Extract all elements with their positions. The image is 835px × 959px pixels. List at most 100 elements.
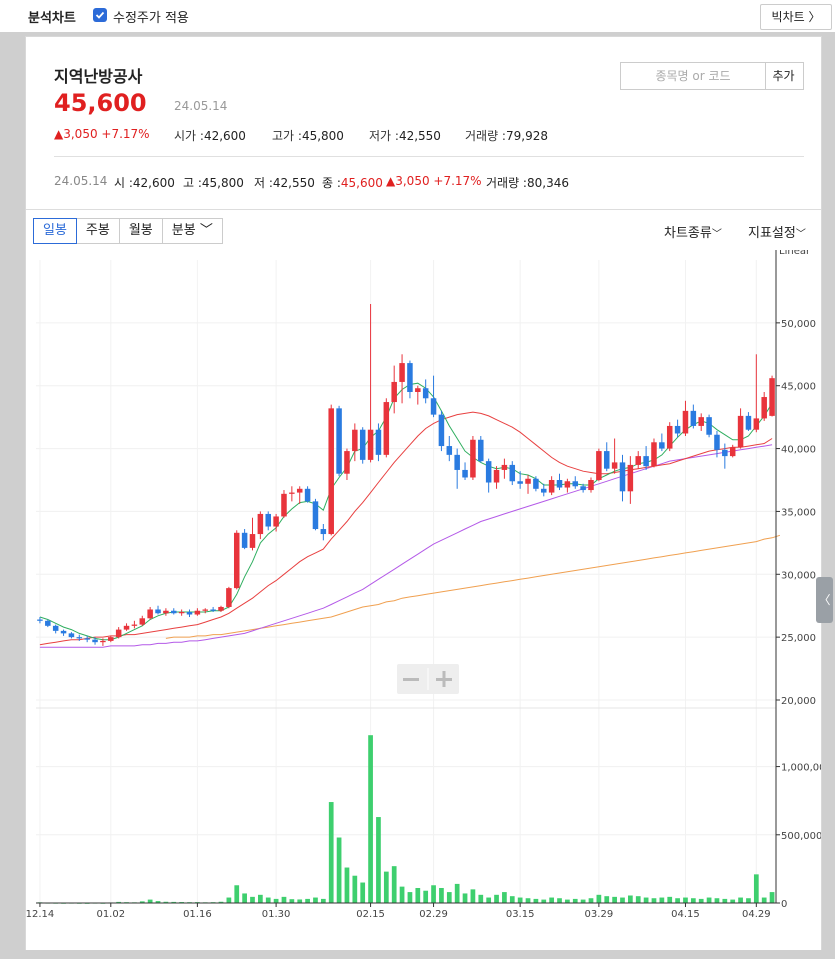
candle xyxy=(729,444,736,458)
candle-body xyxy=(281,493,287,517)
candle-body xyxy=(123,625,130,630)
volume-bar xyxy=(698,898,704,903)
candle-body xyxy=(533,478,539,489)
candle xyxy=(415,385,421,405)
volume-bar xyxy=(431,885,436,903)
volume-bar xyxy=(502,892,507,903)
candle-body xyxy=(202,609,209,611)
volume-bar xyxy=(368,735,373,903)
tab-minute[interactable]: 분봉 ﹀ xyxy=(161,218,223,244)
date-tick-label: 02.29 xyxy=(419,909,448,920)
candle xyxy=(202,608,209,614)
volume-bar xyxy=(423,890,429,903)
candle xyxy=(611,438,618,474)
candle xyxy=(359,427,366,464)
candle-body xyxy=(139,618,146,625)
candle-body xyxy=(438,414,445,447)
candle-body xyxy=(588,480,594,491)
price-volume-chart[interactable]: Linear 50,000 45,000 40,000 35,000 30,000 25,0… xyxy=(26,250,821,950)
ohlc-change: ▲3,050 +7.17% xyxy=(386,174,482,188)
volume-bar xyxy=(242,893,247,903)
candle-body xyxy=(415,388,421,392)
candle-body xyxy=(493,469,500,483)
chart-type-menu[interactable]: 차트종류﹀ xyxy=(664,222,722,241)
volume-bar xyxy=(446,892,452,903)
volume-bar xyxy=(289,899,295,903)
candle-body xyxy=(462,469,468,478)
price-tick-label: 45,000 xyxy=(781,382,816,393)
volume-bar xyxy=(525,898,531,903)
candle xyxy=(493,466,500,489)
candle xyxy=(430,375,437,418)
candle-body xyxy=(375,429,382,455)
candle xyxy=(194,608,201,616)
candle-body xyxy=(178,612,185,614)
adjusted-price-label[interactable]: 수정주가 적용 xyxy=(113,7,189,26)
tab-daily[interactable]: 일봉 xyxy=(33,218,77,244)
volume-bar xyxy=(580,899,586,903)
volume-tick-label: 500,000 xyxy=(781,831,821,842)
volume-tick-label: 0 xyxy=(781,899,787,910)
candle xyxy=(336,405,342,477)
candle-body xyxy=(525,478,531,484)
candle xyxy=(619,454,626,502)
candle-body xyxy=(446,446,453,455)
candle xyxy=(171,608,177,615)
candle-body xyxy=(60,630,67,634)
volume-bar xyxy=(596,894,602,903)
candle-body xyxy=(422,388,429,399)
candle-body xyxy=(556,480,563,488)
date-tick-label: 03.15 xyxy=(506,909,535,920)
volume-bar xyxy=(722,898,728,903)
candle-body xyxy=(92,639,98,643)
candle-body xyxy=(249,534,256,548)
candle-body xyxy=(399,363,405,382)
volume-bar xyxy=(738,897,743,903)
candle-body xyxy=(210,609,216,611)
candle xyxy=(564,478,571,493)
candle-body xyxy=(485,461,492,483)
volume-bar xyxy=(557,898,562,903)
date-tick-label: 12.14 xyxy=(26,909,54,920)
candle-body xyxy=(745,415,752,430)
high-stat: 고가 :45,800 xyxy=(272,129,344,143)
volume-bar xyxy=(651,898,657,903)
candle-body xyxy=(761,397,767,419)
candle-body xyxy=(541,488,547,493)
side-panel-toggle[interactable]: 〈 xyxy=(816,577,833,623)
candle xyxy=(155,605,161,615)
candle-body xyxy=(273,516,279,527)
indicator-settings-menu[interactable]: 지표설정﹀ xyxy=(748,222,806,241)
volume-bar xyxy=(399,886,405,903)
candle xyxy=(690,404,697,429)
candle-body xyxy=(430,398,437,415)
volume-bar xyxy=(454,883,460,903)
chevron-down-icon: ﹀ xyxy=(199,223,213,238)
volume-bar xyxy=(320,898,326,903)
candle-body xyxy=(336,408,342,474)
ohlc-low: 저 :42,550 xyxy=(254,176,315,190)
zoom-out-button[interactable] xyxy=(403,678,419,681)
volume-stat: 거래량 :79,928 xyxy=(465,129,548,143)
candle-body xyxy=(682,410,689,434)
adjusted-price-checkbox[interactable] xyxy=(93,8,107,22)
candle xyxy=(737,408,744,449)
stock-search-input[interactable]: 종목명 or 코드 xyxy=(620,62,766,90)
volume-bar xyxy=(753,874,759,903)
candle-body xyxy=(171,610,177,614)
volume-bar xyxy=(572,898,578,903)
candle-body xyxy=(304,488,311,502)
candle-body xyxy=(226,588,232,607)
big-chart-button[interactable]: 빅차트 〉 xyxy=(760,4,832,30)
candle xyxy=(541,483,547,497)
candle-body xyxy=(115,629,122,638)
candle xyxy=(265,511,271,531)
ohlc-date: 24.05.14 xyxy=(54,174,108,188)
candle xyxy=(627,456,634,504)
chart-area: 일봉 주봉 월봉 분봉 ﹀ 차트종류﹀ 지표설정﹀ Linear 50,000 45… xyxy=(26,209,821,950)
candle xyxy=(257,511,264,540)
tab-weekly[interactable]: 주봉 xyxy=(75,218,120,244)
tab-monthly[interactable]: 월봉 xyxy=(118,218,163,244)
candle-body xyxy=(635,456,641,465)
add-button[interactable]: 추가 xyxy=(764,62,804,90)
